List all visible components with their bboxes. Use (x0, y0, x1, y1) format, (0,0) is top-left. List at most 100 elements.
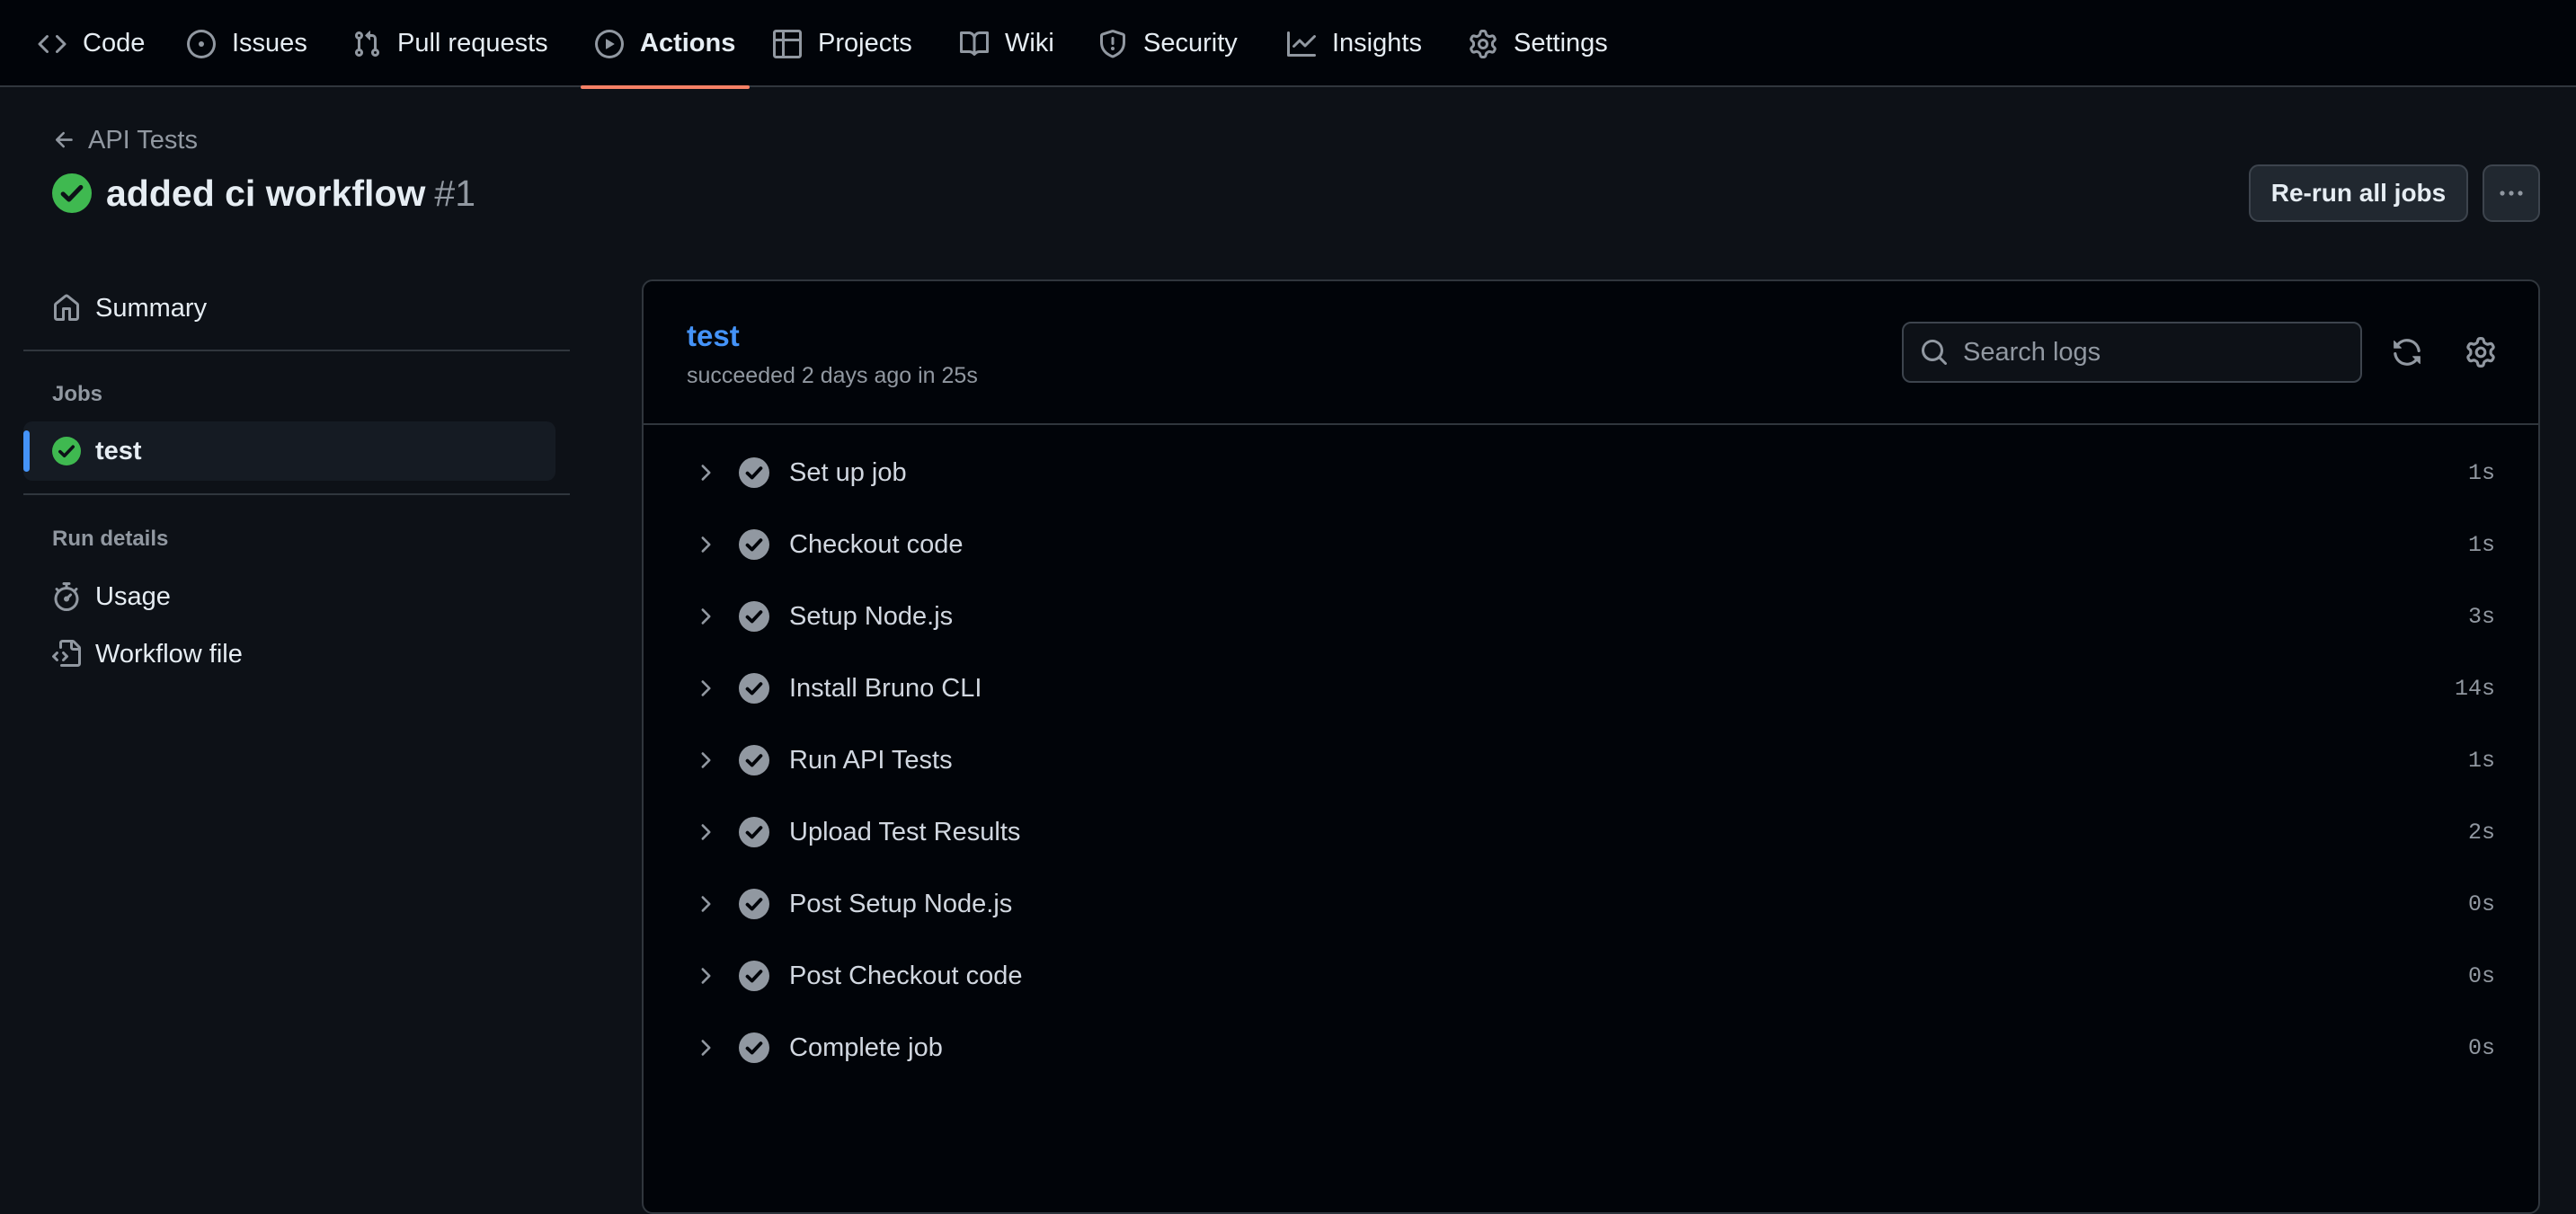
kebab-horizontal-icon (2500, 191, 2523, 196)
stopwatch-icon (54, 582, 79, 611)
search-icon (1922, 340, 1948, 366)
tab-label: Actions (640, 29, 736, 58)
step-row[interactable]: Install Bruno CLI 14s (645, 652, 2536, 724)
tab-settings[interactable]: Settings (1469, 0, 1608, 87)
tab-label: Issues (232, 29, 307, 58)
tab-label: Projects (818, 29, 912, 58)
page-title: added ci workflow (106, 172, 426, 214)
tab-issues[interactable]: Issues (187, 0, 307, 87)
chevron-right-icon (701, 968, 711, 984)
home-icon (54, 294, 79, 321)
job-status-meta: succeeded 2 days ago in 25s (687, 363, 978, 388)
check-circle-fill-icon (52, 173, 92, 213)
chevron-right-icon (701, 752, 711, 768)
step-row[interactable]: Post Checkout code 0s (645, 940, 2536, 1012)
sidebar-item-label: Usage (95, 581, 171, 611)
sidebar-item-usage[interactable]: Usage (23, 567, 555, 626)
search-logs-input[interactable] (1963, 337, 2360, 368)
back-link-label: API Tests (88, 125, 198, 155)
step-row[interactable]: Upload Test Results 2s (645, 796, 2536, 868)
log-settings-button[interactable] (2459, 331, 2502, 374)
chevron-right-icon (701, 536, 711, 553)
chevron-right-icon (701, 680, 711, 696)
step-duration: 0s (2467, 1034, 2495, 1061)
chevron-right-icon (701, 465, 711, 481)
step-duration: 0s (2467, 962, 2495, 989)
tab-label: Code (83, 29, 146, 58)
step-name: Set up job (789, 457, 907, 487)
sidebar-item-summary[interactable]: Summary (23, 279, 555, 338)
check-circle-fill-icon (739, 961, 769, 991)
run-number: #1 (434, 172, 475, 214)
run-title: added ci workflow #1 (52, 173, 475, 214)
step-duration: 0s (2467, 891, 2495, 917)
shield-icon (1100, 29, 1125, 58)
step-duration: 1s (2467, 747, 2495, 774)
tab-projects[interactable]: Projects (773, 0, 912, 87)
code-icon (38, 34, 67, 53)
step-row[interactable]: Set up job 1s (645, 437, 2536, 509)
step-duration: 2s (2467, 819, 2495, 846)
step-name: Post Checkout code (789, 961, 1023, 990)
tab-label: Pull requests (397, 29, 548, 58)
chevron-right-icon (701, 1040, 711, 1056)
tab-pull-requests[interactable]: Pull requests (352, 0, 548, 87)
step-row[interactable]: Post Setup Node.js 0s (645, 868, 2536, 940)
sidebar-item-workflow-file[interactable]: Workflow file (23, 625, 555, 684)
sidebar-divider (23, 493, 570, 495)
tab-code[interactable]: Code (38, 0, 145, 87)
tab-label: Insights (1332, 29, 1422, 58)
table-icon (773, 29, 802, 58)
step-row[interactable]: Complete job 0s (645, 1012, 2536, 1084)
check-circle-fill-icon (739, 529, 769, 560)
git-pull-request-icon (354, 30, 380, 57)
sidebar-item-job-test[interactable]: test (23, 421, 555, 481)
tab-label: Settings (1514, 29, 1608, 58)
file-code-icon (52, 640, 81, 667)
graph-icon (1287, 31, 1316, 57)
step-name: Upload Test Results (789, 817, 1021, 846)
tab-wiki[interactable]: Wiki (960, 0, 1054, 87)
check-circle-fill-icon (739, 601, 769, 632)
step-row[interactable]: Setup Node.js 3s (645, 580, 2536, 652)
play-icon (595, 29, 624, 58)
step-name: Checkout code (789, 529, 964, 559)
issue-opened-icon (187, 29, 216, 58)
book-icon (960, 31, 989, 56)
repo-nav: Code Issues Pull requests Actions Projec… (0, 0, 2576, 89)
step-name: Complete job (789, 1032, 943, 1062)
tab-actions[interactable]: Actions (580, 0, 751, 89)
sidebar-item-label: test (95, 436, 142, 465)
more-options-button[interactable] (2483, 164, 2540, 222)
rerun-all-jobs-button[interactable]: Re-run all jobs (2249, 164, 2468, 222)
step-name: Run API Tests (789, 745, 953, 775)
back-to-workflow-link[interactable]: API Tests (52, 126, 198, 155)
step-duration: 1s (2467, 459, 2495, 486)
run-details-heading: Run details (52, 527, 169, 551)
sidebar-item-label: Workflow file (95, 639, 243, 669)
tab-insights[interactable]: Insights (1287, 0, 1422, 87)
tab-security[interactable]: Security (1098, 0, 1238, 87)
search-logs-field[interactable] (1902, 322, 2362, 383)
chevron-right-icon (701, 824, 711, 840)
check-circle-fill-icon (739, 745, 769, 775)
refresh-button[interactable] (2385, 331, 2429, 374)
arrow-left-icon (55, 131, 73, 148)
gear-icon (1470, 29, 1497, 58)
sync-icon (2394, 339, 2421, 366)
step-duration: 1s (2467, 531, 2495, 558)
tab-label: Security (1143, 29, 1238, 58)
sidebar-divider (23, 350, 570, 351)
check-circle-fill-icon (739, 889, 769, 919)
jobs-heading: Jobs (52, 382, 103, 406)
step-row[interactable]: Run API Tests 1s (645, 724, 2536, 796)
job-name-link[interactable]: test (687, 319, 740, 353)
check-circle-fill-icon (52, 437, 81, 465)
sidebar-item-label: Summary (95, 293, 208, 323)
step-duration: 14s (2454, 675, 2495, 702)
step-row[interactable]: Checkout code 1s (645, 509, 2536, 580)
check-circle-fill-icon (739, 457, 769, 488)
tab-label: Wiki (1005, 29, 1054, 58)
chevron-right-icon (701, 896, 711, 912)
check-circle-fill-icon (739, 817, 769, 847)
